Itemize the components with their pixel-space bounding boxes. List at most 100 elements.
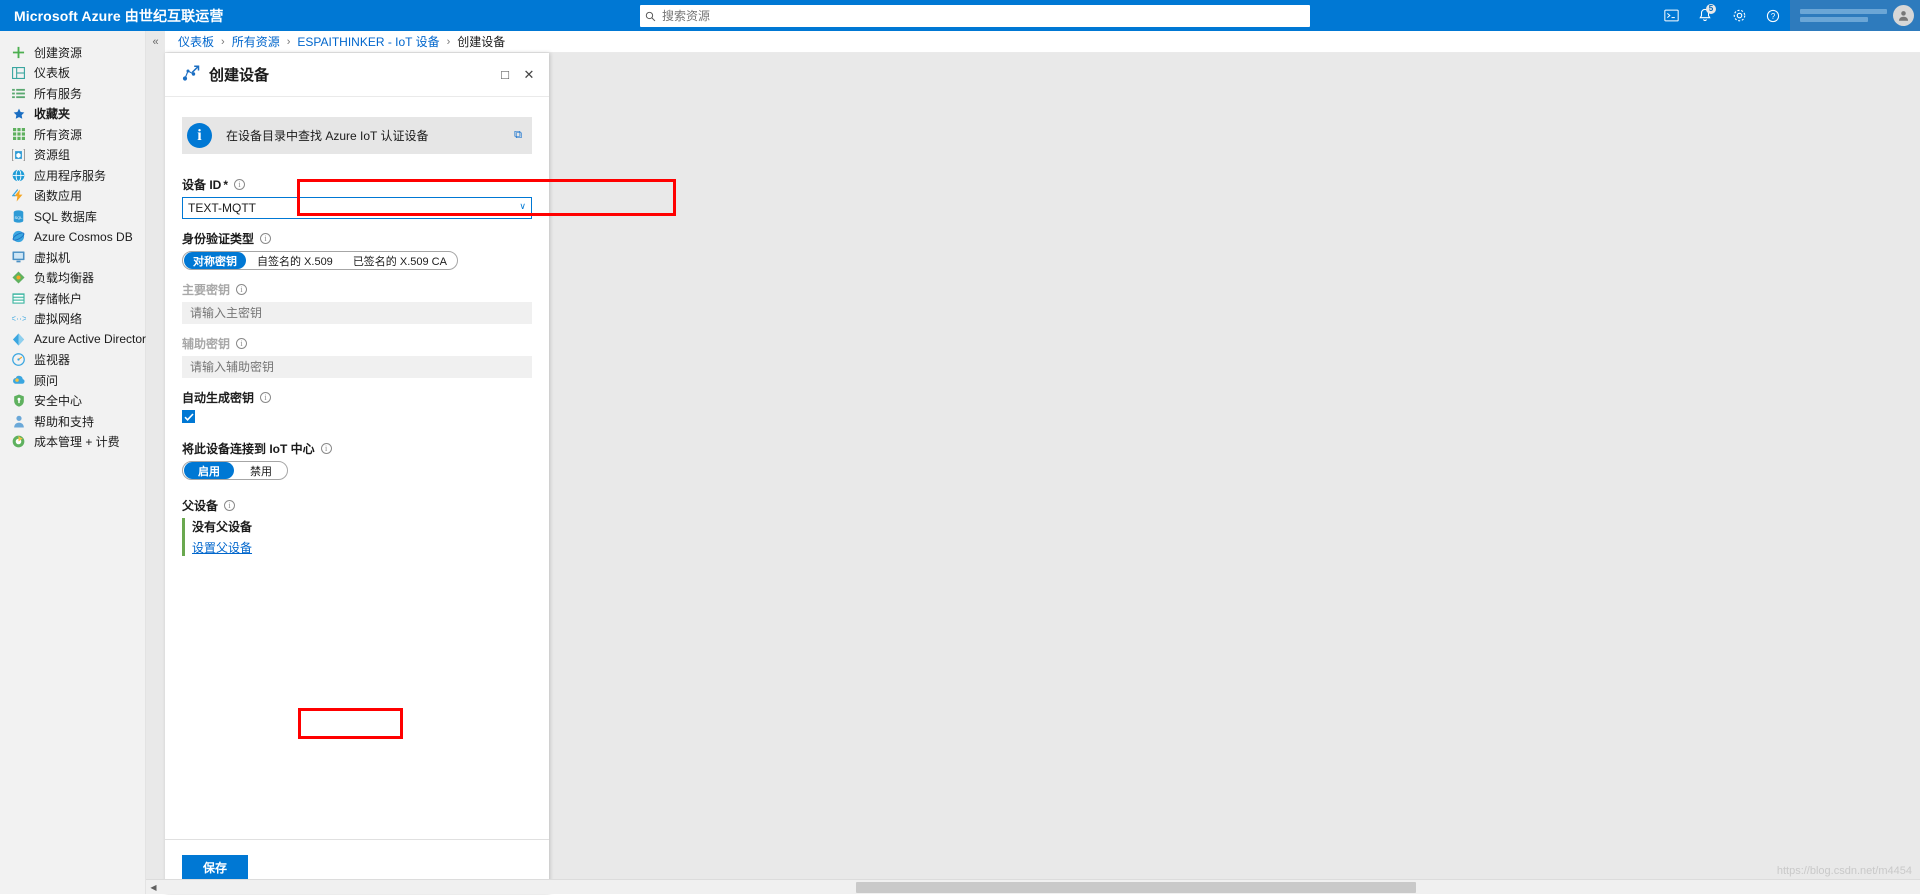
sidebar-item-sql-databases[interactable]: SQL SQL 数据库 bbox=[0, 206, 145, 227]
sidebar-item-label: 存储帐户 bbox=[34, 290, 82, 307]
breadcrumb-item-all-resources[interactable]: 所有资源 bbox=[232, 33, 280, 50]
connect-to-hub-label-text: 将此设备连接到 IoT 中心 bbox=[182, 440, 315, 457]
scrollbar-thumb[interactable] bbox=[856, 882, 1416, 893]
sidebar-item-label: 安全中心 bbox=[34, 392, 82, 409]
authentication-type-options: 对称密钥 自签名的 X.509 已签名的 X.509 CA bbox=[182, 251, 458, 270]
auto-generate-keys-checkbox[interactable] bbox=[182, 410, 195, 423]
sidebar-item-favorites[interactable]: 收藏夹 bbox=[0, 104, 145, 125]
search-input[interactable] bbox=[660, 6, 1310, 26]
account-name-placeholder bbox=[1790, 6, 1893, 25]
secondary-key-field: 辅助密钥 i bbox=[182, 335, 532, 378]
info-circle-icon: i bbox=[187, 123, 212, 148]
collapse-sidebar-button[interactable]: « bbox=[146, 31, 165, 53]
sidebar-item-load-balancers[interactable]: 负载均衡器 bbox=[0, 268, 145, 289]
sidebar-item-label: 帮助和支持 bbox=[34, 413, 94, 430]
virtual-machine-icon bbox=[10, 250, 27, 264]
function-app-icon bbox=[10, 189, 27, 203]
sidebar-item-label: 应用程序服务 bbox=[34, 167, 106, 184]
external-link-icon[interactable]: ⧉ bbox=[514, 129, 522, 142]
save-button[interactable]: 保存 bbox=[182, 855, 248, 880]
sidebar-item-label: 监视器 bbox=[34, 351, 70, 368]
required-marker: * bbox=[223, 178, 228, 192]
close-icon[interactable]: ✕ bbox=[517, 63, 541, 87]
sidebar-item-function-apps[interactable]: 函数应用 bbox=[0, 186, 145, 207]
settings-gear-icon[interactable] bbox=[1722, 0, 1756, 31]
auth-option-self-signed-x509[interactable]: 自签名的 X.509 bbox=[248, 252, 342, 269]
toggle-option-enable[interactable]: 启用 bbox=[184, 462, 234, 479]
create-device-form: i 在设备目录中查找 Azure IoT 认证设备 ⧉ 设备 ID * i ∨ bbox=[165, 97, 549, 556]
parent-device-status: 没有父设备 bbox=[192, 518, 532, 535]
svg-text:<··>: <··> bbox=[12, 314, 26, 324]
info-tooltip-icon[interactable]: i bbox=[224, 500, 235, 511]
sidebar-item-resource-groups[interactable]: 资源组 bbox=[0, 145, 145, 166]
sidebar-item-dashboard[interactable]: 仪表板 bbox=[0, 63, 145, 84]
search-icon bbox=[640, 11, 660, 22]
info-tooltip-icon[interactable]: i bbox=[260, 233, 271, 244]
info-tooltip-icon[interactable]: i bbox=[236, 338, 247, 349]
sidebar-item-label: 所有资源 bbox=[34, 126, 82, 143]
left-sidebar-navigation: 创建资源 仪表板 所有服务 收藏夹 所有资源 资源组 应用程序服 bbox=[0, 31, 146, 894]
set-parent-device-link[interactable]: 设置父设备 bbox=[192, 539, 532, 556]
authentication-type-field: 身份验证类型 i 对称密钥 自签名的 X.509 已签名的 X.509 CA bbox=[182, 230, 532, 270]
all-services-icon bbox=[10, 86, 27, 100]
horizontal-scrollbar[interactable]: ◀ bbox=[146, 879, 1920, 894]
sidebar-item-storage-accounts[interactable]: 存储帐户 bbox=[0, 288, 145, 309]
sidebar-item-azure-active-directory[interactable]: Azure Active Directory bbox=[0, 329, 145, 350]
sidebar-item-help-and-support[interactable]: 帮助和支持 bbox=[0, 411, 145, 432]
info-tooltip-icon[interactable]: i bbox=[236, 284, 247, 295]
blade-title: 创建设备 bbox=[209, 64, 493, 85]
sidebar-item-all-services[interactable]: 所有服务 bbox=[0, 83, 145, 104]
sidebar-item-label: 函数应用 bbox=[34, 187, 82, 204]
device-id-input[interactable] bbox=[182, 197, 532, 219]
cost-management-icon bbox=[10, 435, 27, 449]
sidebar-item-security-center[interactable]: 安全中心 bbox=[0, 391, 145, 412]
sidebar-item-label: SQL 数据库 bbox=[34, 208, 97, 225]
azure-brand-title[interactable]: Microsoft Azure 由世纪互联运营 bbox=[0, 6, 223, 26]
sidebar-item-cost-management-billing[interactable]: 成本管理 + 计费 bbox=[0, 432, 145, 453]
sidebar-item-virtual-machines[interactable]: 虚拟机 bbox=[0, 247, 145, 268]
global-search[interactable] bbox=[640, 5, 1310, 27]
breadcrumb-item-create-device: 创建设备 bbox=[457, 33, 505, 50]
sidebar-item-app-services[interactable]: 应用程序服务 bbox=[0, 165, 145, 186]
account-menu[interactable] bbox=[1790, 0, 1920, 31]
primary-key-input[interactable] bbox=[182, 302, 532, 324]
device-id-label-text: 设备 ID bbox=[182, 176, 221, 193]
connect-to-hub-field: 将此设备连接到 IoT 中心 i 启用 禁用 bbox=[182, 440, 532, 480]
secondary-key-label-text: 辅助密钥 bbox=[182, 335, 230, 352]
info-tooltip-icon[interactable]: i bbox=[234, 179, 245, 190]
auth-option-symmetric-key[interactable]: 对称密钥 bbox=[184, 252, 246, 269]
maximize-icon[interactable]: □ bbox=[493, 63, 517, 87]
auth-option-ca-signed-x509[interactable]: 已签名的 X.509 CA bbox=[344, 252, 456, 269]
connect-to-hub-toggle: 启用 禁用 bbox=[182, 461, 288, 480]
security-center-icon bbox=[10, 394, 27, 408]
breadcrumb-item-iot-devices[interactable]: ESPAITHINKER - IoT 设备 bbox=[297, 33, 439, 50]
sidebar-item-all-resources[interactable]: 所有资源 bbox=[0, 124, 145, 145]
sidebar-item-label: 虚拟网络 bbox=[34, 310, 82, 327]
sidebar-item-advisor[interactable]: 顾问 bbox=[0, 370, 145, 391]
help-icon[interactable]: ? bbox=[1756, 0, 1790, 31]
info-banner-text: 在设备目录中查找 Azure IoT 认证设备 bbox=[226, 127, 514, 144]
load-balancer-icon bbox=[10, 271, 27, 285]
info-tooltip-icon[interactable]: i bbox=[260, 392, 271, 403]
info-tooltip-icon[interactable]: i bbox=[321, 443, 332, 454]
sidebar-item-cosmos-db[interactable]: Azure Cosmos DB bbox=[0, 227, 145, 248]
iot-device-icon bbox=[179, 65, 200, 85]
breadcrumb-separator: › bbox=[447, 36, 451, 48]
app-service-icon bbox=[10, 168, 27, 182]
avatar[interactable] bbox=[1893, 5, 1914, 26]
sidebar-item-virtual-networks[interactable]: <··> 虚拟网络 bbox=[0, 309, 145, 330]
breadcrumb-item-dashboard[interactable]: 仪表板 bbox=[178, 33, 214, 50]
sidebar-item-monitor[interactable]: 监视器 bbox=[0, 350, 145, 371]
primary-key-field: 主要密钥 i bbox=[182, 281, 532, 324]
toggle-option-disable[interactable]: 禁用 bbox=[236, 462, 286, 479]
sidebar-item-label: 顾问 bbox=[34, 372, 58, 389]
sidebar-item-create-resource[interactable]: 创建资源 bbox=[0, 42, 145, 63]
device-catalog-info-banner[interactable]: i 在设备目录中查找 Azure IoT 认证设备 ⧉ bbox=[182, 117, 532, 154]
cloud-shell-icon[interactable] bbox=[1654, 0, 1688, 31]
secondary-key-input[interactable] bbox=[182, 356, 532, 378]
notifications-icon[interactable]: 5 bbox=[1688, 0, 1722, 31]
connect-to-hub-label: 将此设备连接到 IoT 中心 i bbox=[182, 440, 532, 457]
device-id-field: 设备 ID * i ∨ bbox=[182, 176, 532, 219]
scroll-left-arrow-icon[interactable]: ◀ bbox=[146, 880, 161, 895]
main-content-area: « 仪表板 › 所有资源 › ESPAITHINKER - IoT 设备 › 创… bbox=[146, 31, 1920, 894]
